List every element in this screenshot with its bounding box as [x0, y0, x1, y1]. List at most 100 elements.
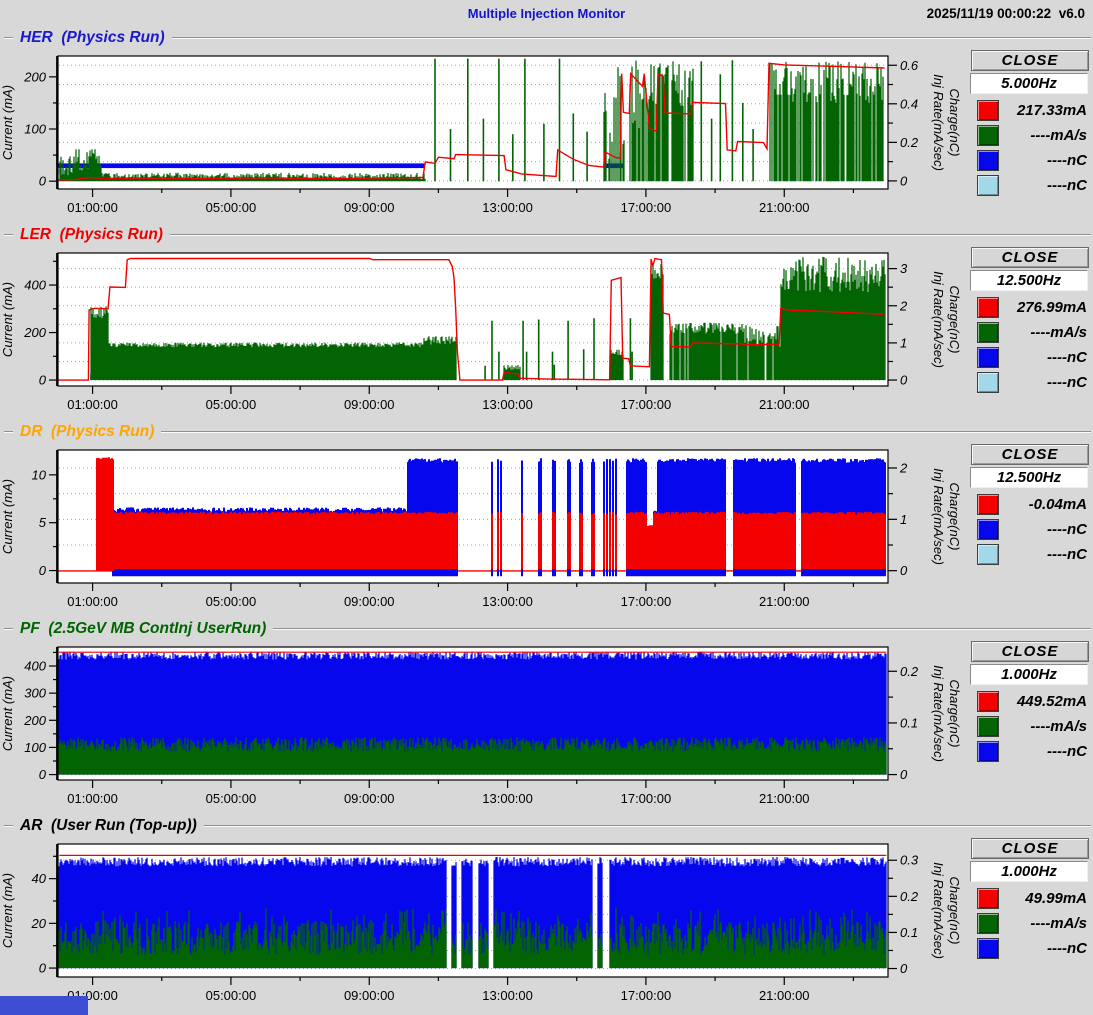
panel-title-AR: AR (User Run (Top-up)) — [20, 817, 197, 835]
legend-swatch-green — [977, 913, 999, 934]
title-rule-right — [273, 628, 1091, 630]
legend-rows: 49.99mA----mA/s----nC — [965, 886, 1093, 961]
title-rule-left — [4, 628, 13, 630]
svg-text:13:00:00: 13:00:00 — [482, 594, 533, 609]
legend-panel: CLOSE 12.500Hz -0.04mA----nC----nC — [965, 442, 1093, 619]
svg-text:0: 0 — [900, 961, 908, 976]
svg-text:200: 200 — [23, 325, 46, 340]
legend-swatch-blue — [977, 938, 999, 959]
legend-value: ----nC — [999, 374, 1087, 391]
multiple-injection-monitor-app: { "header": { "title": "Multiple Injecti… — [0, 0, 1093, 1015]
legend-rows: 217.33mA----mA/s----nC----nC — [965, 98, 1093, 198]
close-button[interactable]: CLOSE — [971, 838, 1089, 859]
panel-HER: HER (Physics Run) 010020000.20.40.601:00… — [0, 28, 1093, 225]
svg-text:0: 0 — [39, 174, 47, 189]
svg-text:13:00:00: 13:00:00 — [482, 988, 533, 1003]
right-axis-title-inj-rate: Inj Rate(mA/sec) — [931, 862, 946, 959]
legend-panel: CLOSE 1.000Hz 449.52mA----mA/s----nC — [965, 639, 1093, 816]
chart-HER: 010020000.20.40.601:00:0005:00:0009:00:0… — [0, 48, 965, 225]
panel-body: 0200400012301:00:0005:00:0009:00:0013:00… — [0, 245, 1093, 422]
legend-rows: 276.99mA----mA/s----nC----nC — [965, 295, 1093, 395]
svg-text:13:00:00: 13:00:00 — [482, 791, 533, 806]
legend-swatch-lightblue — [977, 372, 999, 393]
injection-rate-display: 12.500Hz — [970, 270, 1088, 291]
svg-text:21:00:00: 21:00:00 — [759, 594, 810, 609]
left-axis-title: Current (mA) — [0, 282, 15, 357]
svg-text:0: 0 — [900, 373, 908, 388]
svg-text:0.1: 0.1 — [900, 715, 918, 730]
legend-value: ----nC — [999, 546, 1087, 563]
panel-title-bar: LER (Physics Run) — [0, 225, 1093, 245]
close-button[interactable]: CLOSE — [971, 247, 1089, 268]
svg-text:05:00:00: 05:00:00 — [206, 988, 257, 1003]
svg-text:0.3: 0.3 — [900, 853, 919, 868]
legend-row: ----nC — [965, 345, 1093, 370]
svg-text:300: 300 — [24, 686, 46, 701]
svg-text:1: 1 — [900, 335, 907, 350]
svg-text:05:00:00: 05:00:00 — [206, 594, 257, 609]
title-rule-right — [170, 234, 1091, 236]
svg-text:5: 5 — [39, 515, 47, 530]
legend-value: 449.52mA — [999, 693, 1087, 710]
svg-text:2: 2 — [899, 460, 908, 475]
injection-rate-display: 12.500Hz — [970, 467, 1088, 488]
x-axis-labels: 01:00:0005:00:0009:00:0013:00:0017:00:00… — [67, 200, 809, 215]
panel-LER: LER (Physics Run) 0200400012301:00:0005:… — [0, 225, 1093, 422]
svg-text:21:00:00: 21:00:00 — [759, 988, 810, 1003]
svg-text:17:00:00: 17:00:00 — [621, 397, 672, 412]
legend-panel: CLOSE 5.000Hz 217.33mA----mA/s----nC----… — [965, 48, 1093, 225]
panel-DR: DR (Physics Run) 051001201:00:0005:00:00… — [0, 422, 1093, 619]
datetime-text: 2025/11/19 00:00:22 — [927, 6, 1052, 21]
svg-text:09:00:00: 09:00:00 — [344, 200, 395, 215]
chart-AR: 0204000.10.20.301:00:0005:00:0009:00:001… — [0, 836, 965, 1013]
svg-text:200: 200 — [23, 69, 46, 84]
svg-text:0: 0 — [900, 563, 908, 578]
legend-row: ----mA/s — [965, 123, 1093, 148]
svg-text:13:00:00: 13:00:00 — [482, 397, 533, 412]
legend-swatch-blue — [977, 741, 999, 762]
svg-text:0: 0 — [39, 563, 47, 578]
legend-rows: 449.52mA----mA/s----nC — [965, 689, 1093, 764]
legend-value: 276.99mA — [999, 299, 1087, 316]
chart-PF: 010020030040000.10.201:00:0005:00:0009:0… — [0, 639, 965, 816]
svg-text:0: 0 — [900, 767, 908, 782]
legend-panel: CLOSE 12.500Hz 276.99mA----mA/s----nC---… — [965, 245, 1093, 422]
panel-body: 051001201:00:0005:00:0009:00:0013:00:001… — [0, 442, 1093, 619]
title-rule-left — [4, 234, 13, 236]
right-axis-title-charge: Charge(nC) — [947, 89, 962, 157]
close-button[interactable]: CLOSE — [971, 50, 1089, 71]
title-rule-right — [204, 825, 1091, 827]
legend-value: 217.33mA — [999, 102, 1087, 119]
close-button[interactable]: CLOSE — [971, 641, 1089, 662]
svg-text:0: 0 — [39, 373, 47, 388]
svg-text:21:00:00: 21:00:00 — [759, 200, 810, 215]
legend-value: ----nC — [999, 152, 1087, 169]
legend-row: ----nC — [965, 739, 1093, 764]
legend-swatch-lightblue — [977, 175, 999, 196]
legend-row: 217.33mA — [965, 98, 1093, 123]
svg-text:0: 0 — [39, 961, 47, 976]
close-button[interactable]: CLOSE — [971, 444, 1089, 465]
panels-container: HER (Physics Run) 010020000.20.40.601:00… — [0, 28, 1093, 1013]
panel-title-bar: DR (Physics Run) — [0, 422, 1093, 442]
svg-text:09:00:00: 09:00:00 — [344, 397, 395, 412]
svg-text:0: 0 — [39, 767, 47, 782]
svg-text:20: 20 — [31, 916, 47, 931]
x-axis-labels: 01:00:0005:00:0009:00:0013:00:0017:00:00… — [67, 594, 809, 609]
svg-text:400: 400 — [24, 659, 46, 674]
legend-swatch-blue — [977, 347, 999, 368]
panel-body: 010020000.20.40.601:00:0005:00:0009:00:0… — [0, 48, 1093, 225]
svg-text:40: 40 — [32, 871, 47, 886]
legend-value: ----nC — [999, 743, 1087, 760]
right-axis-title-charge: Charge(nC) — [947, 286, 962, 354]
left-axis-title: Current (mA) — [0, 873, 15, 948]
svg-text:01:00:00: 01:00:00 — [67, 397, 118, 412]
title-rule-right — [161, 431, 1091, 433]
panel-title-DR: DR (Physics Run) — [20, 423, 154, 441]
svg-text:1: 1 — [900, 512, 907, 527]
title-rule-left — [4, 431, 13, 433]
legend-row: 449.52mA — [965, 689, 1093, 714]
svg-text:0: 0 — [900, 173, 908, 188]
panel-title-bar: AR (User Run (Top-up)) — [0, 816, 1093, 836]
legend-row: ----nC — [965, 517, 1093, 542]
